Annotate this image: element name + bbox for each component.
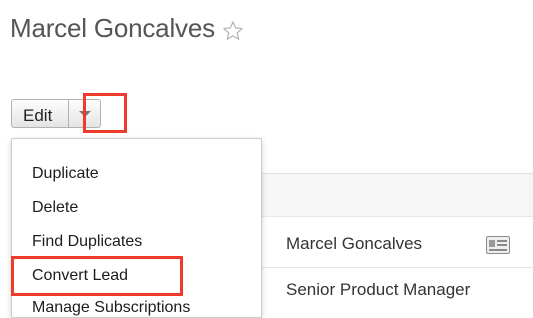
record-row-name: Marcel Goncalves xyxy=(262,217,533,268)
page-title: Marcel Goncalves xyxy=(10,13,244,44)
menu-item-manage-subscriptions[interactable]: Manage Subscriptions xyxy=(32,299,190,317)
panel-header-band xyxy=(262,174,533,217)
dropdown-toggle-highlight xyxy=(83,93,127,133)
menu-item-find-duplicates[interactable]: Find Duplicates xyxy=(32,233,142,251)
record-detail-panel: Marcel Goncalves Senior Product Manager xyxy=(262,173,533,306)
menu-item-delete[interactable]: Delete xyxy=(32,199,78,217)
convert-lead-highlight xyxy=(11,256,183,296)
vcard-icon[interactable] xyxy=(486,236,510,259)
record-title: Marcel Goncalves xyxy=(10,13,215,43)
record-name-value: Marcel Goncalves xyxy=(286,234,423,253)
edit-button[interactable]: Edit xyxy=(11,99,69,128)
star-outline-icon[interactable] xyxy=(222,18,244,40)
record-title-value: Senior Product Manager xyxy=(286,280,471,299)
record-row-title: Senior Product Manager xyxy=(262,268,533,318)
menu-item-duplicate[interactable]: Duplicate xyxy=(32,165,99,183)
